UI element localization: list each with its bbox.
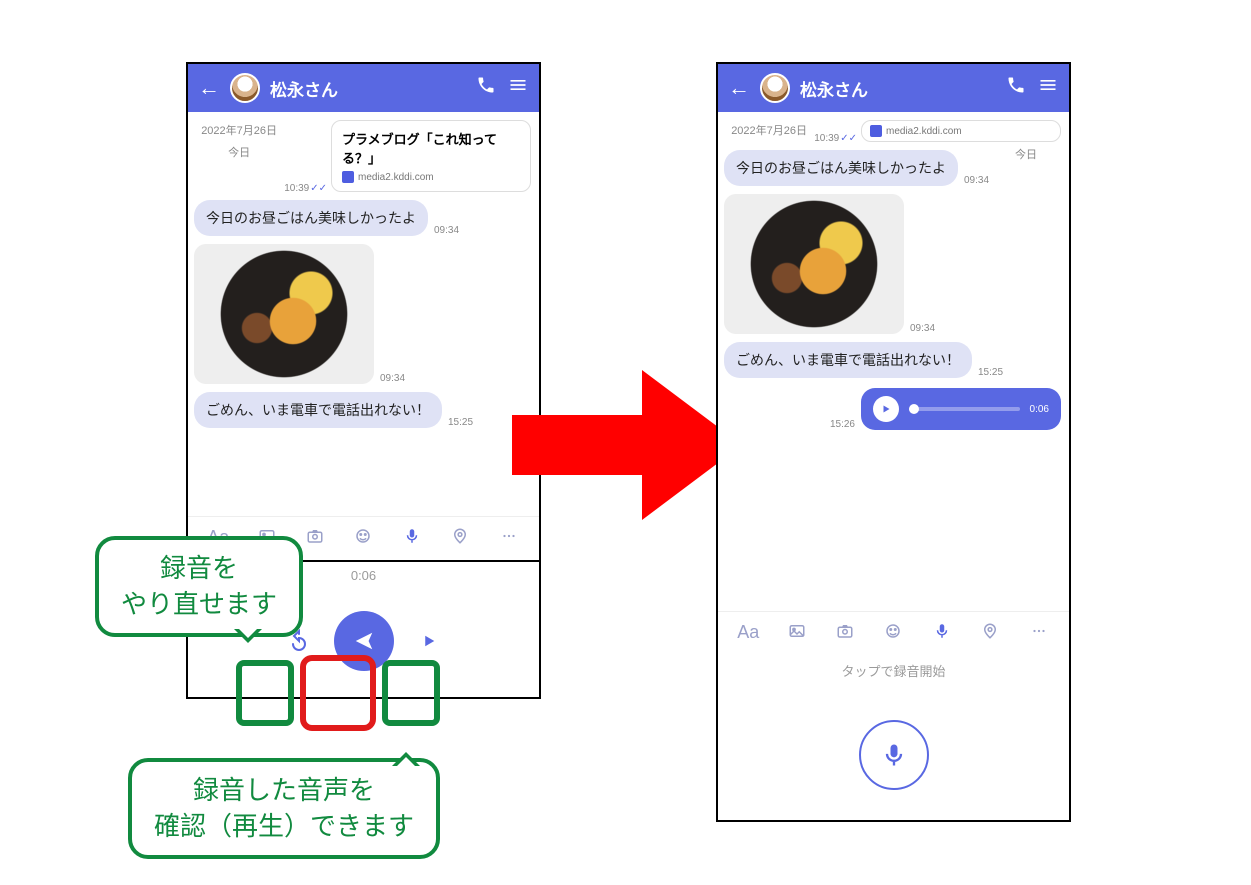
callout-undo: 録音を やり直せます: [95, 536, 303, 637]
link-url: media2.kddi.com: [870, 125, 1052, 137]
contact-name[interactable]: 松永さん: [270, 76, 465, 101]
phone-icon[interactable]: [1005, 75, 1027, 101]
callout-preview: 録音した音声を 確認（再生）できます: [128, 758, 440, 859]
back-arrow-icon[interactable]: ←: [728, 75, 750, 101]
voice-message-bubble[interactable]: 0:06: [861, 388, 1061, 430]
voice-duration: 0:06: [1030, 404, 1049, 415]
sent-voice-row: 15:26 0:06: [830, 388, 1061, 430]
voice-progress-track[interactable]: [909, 407, 1020, 411]
link-preview-card[interactable]: media2.kddi.com: [861, 120, 1061, 142]
link-time: 10:39✓✓: [814, 133, 857, 144]
message-bubble[interactable]: 今日のお昼ごはん美味しかったよ: [194, 200, 428, 236]
chat-header: ← 松永さん: [718, 64, 1069, 112]
camera-icon[interactable]: [833, 622, 857, 645]
read-checks-icon: ✓✓: [310, 183, 327, 194]
food-photo[interactable]: [724, 194, 904, 334]
message-bubble[interactable]: ごめん、いま電車で電話出れない！: [724, 342, 972, 378]
microphone-icon[interactable]: [930, 622, 954, 645]
emoji-icon[interactable]: [881, 622, 905, 645]
more-dots-icon[interactable]: [1027, 622, 1051, 645]
more-dots-icon[interactable]: [497, 527, 521, 550]
back-arrow-icon[interactable]: ←: [198, 75, 220, 101]
phone-screenshot-right: ← 松永さん 10:39✓✓ media2.kddi.com 2022年7月26…: [716, 62, 1071, 822]
record-start-button[interactable]: [859, 720, 929, 790]
incoming-train-row: ごめん、いま電車で電話出れない！ 15:25: [724, 342, 1003, 378]
message-bubble[interactable]: 今日のお昼ごはん美味しかったよ: [724, 150, 958, 186]
hamburger-icon[interactable]: [507, 75, 529, 101]
sent-link-row: 10:39✓✓ media2.kddi.com: [814, 118, 1063, 144]
msg-time: 09:34: [434, 225, 459, 236]
avatar[interactable]: [230, 73, 260, 103]
play-icon[interactable]: [873, 396, 899, 422]
highlight-undo: [236, 660, 294, 726]
record-start-panel: タップで録音開始: [718, 655, 1069, 820]
gallery-icon[interactable]: [785, 622, 809, 645]
location-pin-icon[interactable]: [448, 527, 472, 550]
link-time: 10:39✓✓: [284, 183, 327, 194]
chat-scroll-area[interactable]: 10:39✓✓ プラメブログ「これ知ってる？」 media2.kddi.com …: [188, 112, 539, 516]
location-pin-icon[interactable]: [978, 622, 1002, 645]
callout-text-line1: 録音した音声を: [193, 775, 375, 805]
msg-time: 15:25: [448, 417, 473, 428]
incoming-photo-row: 09:34: [194, 244, 405, 384]
phone-icon[interactable]: [475, 75, 497, 101]
highlight-preview: [382, 660, 440, 726]
input-toolbar: Aa: [718, 611, 1069, 655]
callout-text-line2: 確認（再生）できます: [154, 811, 414, 841]
hamburger-icon[interactable]: [1037, 75, 1059, 101]
callout-text-line2: やり直せます: [121, 589, 277, 619]
highlight-send: [300, 655, 376, 731]
read-checks-icon: ✓✓: [840, 133, 857, 144]
record-hint: タップで録音開始: [718, 661, 1069, 680]
photo-time: 09:34: [380, 373, 405, 384]
msg-time: 15:25: [978, 367, 1003, 378]
favicon-icon: [870, 125, 882, 137]
sent-link-row: 10:39✓✓ プラメブログ「これ知ってる？」 media2.kddi.com: [284, 118, 533, 194]
chat-scroll-area[interactable]: 10:39✓✓ media2.kddi.com 2022年7月26日 今日のお昼…: [718, 112, 1069, 611]
incoming-train-row: ごめん、いま電車で電話出れない！ 15:25: [194, 392, 473, 428]
favicon-icon: [342, 171, 354, 183]
photo-time: 09:34: [910, 323, 935, 334]
incoming-text-row: 今日のお昼ごはん美味しかったよ 09:34: [724, 150, 989, 186]
avatar[interactable]: [760, 73, 790, 103]
transition-arrow-icon: [512, 370, 742, 520]
microphone-icon[interactable]: [400, 527, 424, 550]
msg-time: 09:34: [964, 175, 989, 186]
phone-screenshot-left: ← 松永さん 10:39✓✓ プラメブログ「これ知ってる？」 media2.kd…: [186, 62, 541, 562]
camera-icon[interactable]: [303, 527, 327, 550]
message-bubble[interactable]: ごめん、いま電車で電話出れない！: [194, 392, 442, 428]
food-photo[interactable]: [194, 244, 374, 384]
callout-text-line1: 録音を: [160, 553, 238, 583]
link-preview-card[interactable]: プラメブログ「これ知ってる？」 media2.kddi.com: [331, 120, 531, 192]
text-format-icon[interactable]: Aa: [736, 622, 760, 645]
emoji-icon[interactable]: [351, 527, 375, 550]
link-url: media2.kddi.com: [342, 171, 520, 183]
incoming-photo-row: 09:34: [724, 194, 935, 334]
chat-header: ← 松永さん: [188, 64, 539, 112]
voice-time: 15:26: [830, 419, 855, 430]
link-title: プラメブログ「これ知ってる？」: [342, 129, 520, 167]
incoming-text-row: 今日のお昼ごはん美味しかったよ 09:34: [194, 200, 459, 236]
preview-recording-button[interactable]: [406, 618, 452, 664]
contact-name[interactable]: 松永さん: [800, 76, 995, 101]
